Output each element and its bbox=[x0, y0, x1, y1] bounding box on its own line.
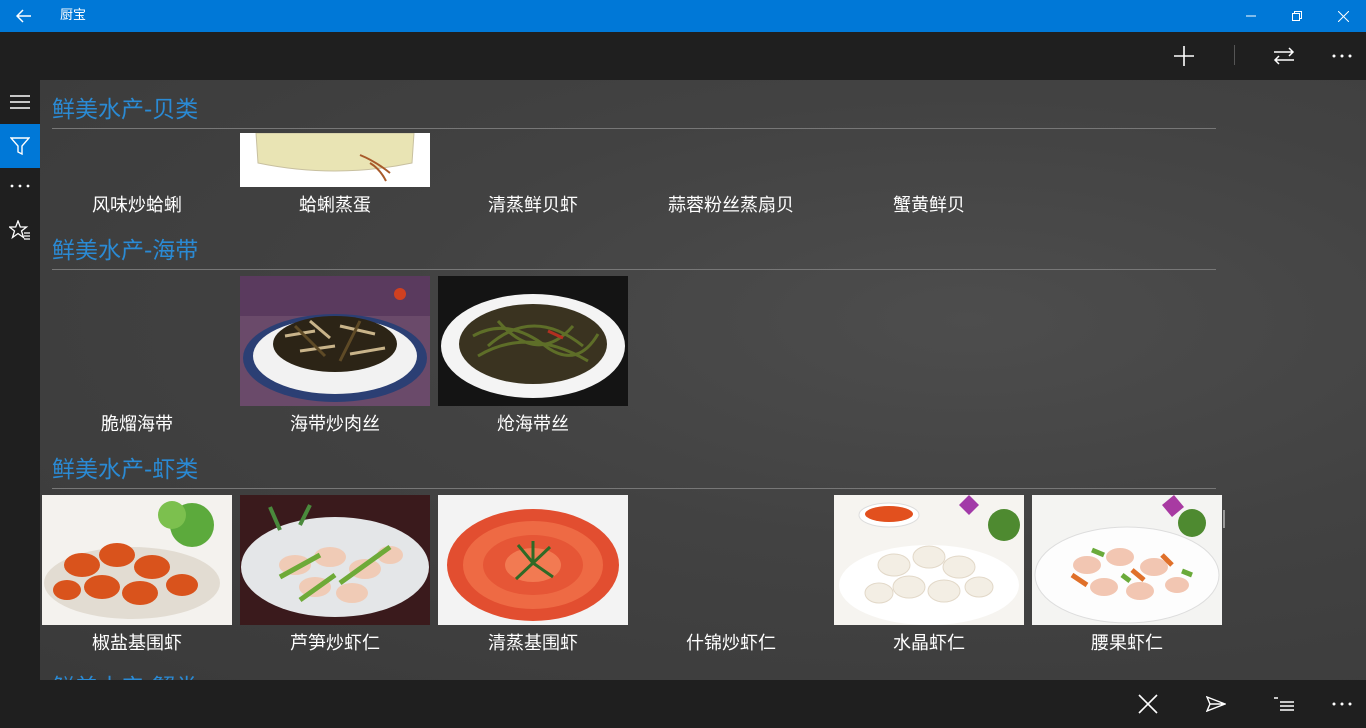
scrollbar-thumb[interactable] bbox=[1223, 510, 1225, 528]
recipe-image bbox=[42, 495, 232, 625]
list-button[interactable] bbox=[1260, 680, 1308, 728]
recipe-name: 蛤蜊蒸蛋 bbox=[299, 195, 371, 216]
recipe-name: 炝海带丝 bbox=[497, 414, 569, 435]
recipe-name: 蒜蓉粉丝蒸扇贝 bbox=[668, 195, 794, 216]
back-arrow-icon bbox=[16, 9, 31, 23]
recipe-name: 椒盐基围虾 bbox=[92, 633, 182, 654]
close-icon bbox=[1138, 694, 1158, 714]
group-header-shellfish[interactable]: 鲜美水产-贝类 bbox=[52, 90, 198, 124]
restore-button[interactable] bbox=[1274, 0, 1320, 32]
swap-icon bbox=[1273, 47, 1295, 65]
group-header-shrimp[interactable]: 鲜美水产-虾类 bbox=[52, 450, 198, 484]
bottom-command-bar bbox=[0, 680, 1366, 728]
favorites-button[interactable] bbox=[0, 208, 40, 252]
filter-icon bbox=[10, 137, 30, 156]
more-button[interactable] bbox=[1318, 32, 1366, 80]
recipe-image bbox=[240, 133, 430, 187]
more-icon bbox=[10, 184, 30, 188]
recipe-name: 水晶虾仁 bbox=[893, 633, 965, 654]
recipe-name: 蟹黄鲜贝 bbox=[893, 195, 965, 216]
group-header-kelp[interactable]: 鲜美水产-海带 bbox=[52, 231, 198, 265]
recipe-name: 清蒸鲜贝虾 bbox=[488, 195, 578, 216]
close-button[interactable] bbox=[1124, 680, 1172, 728]
group-divider bbox=[52, 128, 1216, 129]
recipe-image bbox=[240, 495, 430, 625]
group-header-crab[interactable]: 鲜美水产-蟹类 bbox=[52, 668, 198, 680]
close-icon bbox=[1337, 10, 1349, 22]
bottom-more-button[interactable] bbox=[1318, 680, 1366, 728]
asparagus-shrimp-picture bbox=[240, 495, 430, 625]
recipe-name: 腰果虾仁 bbox=[1091, 633, 1163, 654]
list-icon bbox=[1274, 697, 1294, 711]
filter-button[interactable] bbox=[0, 124, 40, 168]
recipe-name: 清蒸基围虾 bbox=[488, 633, 578, 654]
kelp-pork-picture bbox=[240, 276, 430, 406]
crystal-shrimp-picture bbox=[834, 495, 1024, 625]
more-icon bbox=[1332, 702, 1352, 706]
add-icon bbox=[1174, 46, 1194, 66]
command-separator bbox=[1234, 45, 1235, 65]
group-divider bbox=[52, 488, 1216, 489]
recipe-name: 海带炒肉丝 bbox=[290, 414, 380, 435]
salt-pepper-shrimp-picture bbox=[42, 495, 232, 625]
cashew-shrimp-picture bbox=[1032, 495, 1222, 625]
restore-icon bbox=[1292, 11, 1302, 21]
group-divider bbox=[52, 269, 1216, 270]
recipe-image bbox=[438, 495, 628, 625]
steamed-shrimp-picture bbox=[438, 495, 628, 625]
hamburger-menu-button[interactable] bbox=[0, 80, 40, 124]
kelp-shreds-picture bbox=[438, 276, 628, 406]
title-bar: 厨宝 bbox=[0, 0, 1366, 32]
send-icon bbox=[1206, 696, 1226, 712]
close-window-button[interactable] bbox=[1320, 0, 1366, 32]
more-icon bbox=[1332, 54, 1352, 58]
add-button[interactable] bbox=[1160, 32, 1208, 80]
favorites-icon bbox=[9, 220, 30, 240]
recipe-name: 脆熘海带 bbox=[101, 414, 173, 435]
minimize-icon bbox=[1246, 15, 1256, 17]
steamed-egg-picture bbox=[240, 133, 430, 187]
recipe-name: 什锦炒虾仁 bbox=[686, 633, 776, 654]
hamburger-icon bbox=[10, 95, 30, 109]
minimize-button[interactable] bbox=[1228, 0, 1274, 32]
back-button[interactable] bbox=[0, 0, 48, 32]
recipe-list[interactable]: 鲜美水产-贝类 风味炒蛤蜊 蛤蜊蒸蛋 清蒸鲜贝虾 蒜蓉粉丝蒸扇贝 蟹黄鲜贝 鲜美… bbox=[40, 80, 1366, 680]
sidebar bbox=[0, 80, 40, 680]
top-command-bar bbox=[0, 32, 1366, 80]
recipe-name: 风味炒蛤蜊 bbox=[92, 195, 182, 216]
send-button[interactable] bbox=[1192, 680, 1240, 728]
recipe-image bbox=[834, 495, 1024, 625]
recipe-image bbox=[438, 276, 628, 406]
recipe-name: 芦笋炒虾仁 bbox=[290, 633, 380, 654]
swap-button[interactable] bbox=[1260, 32, 1308, 80]
recipe-image bbox=[1032, 495, 1222, 625]
app-title: 厨宝 bbox=[60, 8, 87, 23]
sidebar-more-button[interactable] bbox=[0, 164, 40, 208]
recipe-image bbox=[240, 276, 430, 406]
